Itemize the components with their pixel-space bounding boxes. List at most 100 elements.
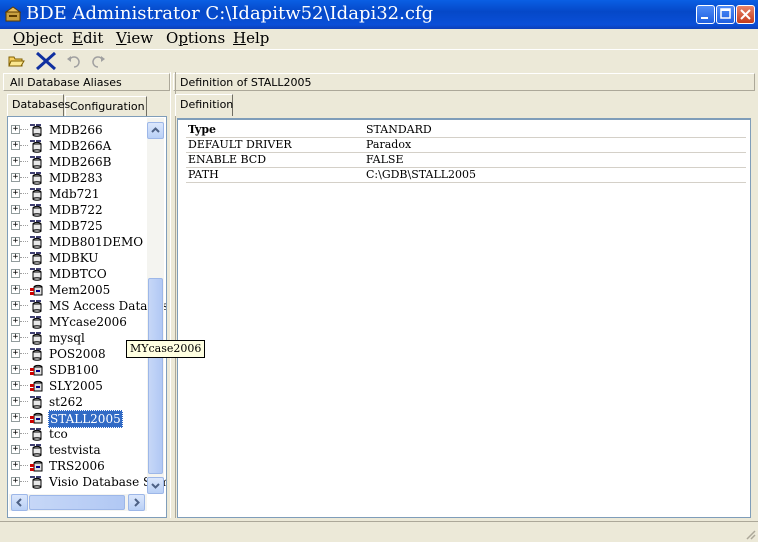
menu-view[interactable]: View (116, 29, 153, 47)
undo-icon[interactable] (65, 52, 83, 70)
expand-icon[interactable]: + (11, 381, 20, 390)
tree-item-label[interactable]: MYcase2006 (48, 314, 128, 330)
expand-icon[interactable]: + (11, 269, 20, 278)
native-database-icon (30, 380, 43, 392)
tab-databases[interactable]: Databases (7, 94, 70, 116)
tree-connector (20, 417, 28, 418)
expand-icon[interactable]: + (11, 349, 20, 358)
expand-icon[interactable]: + (11, 285, 20, 294)
expand-icon[interactable]: + (11, 397, 20, 406)
property-value[interactable]: FALSE (366, 152, 404, 167)
expand-icon[interactable]: + (11, 173, 20, 182)
tree-item-label[interactable]: st262 (48, 394, 84, 410)
minimize-button[interactable] (696, 5, 715, 24)
database-alias-icon (30, 188, 42, 201)
tree-item-label[interactable]: MDB266A (48, 138, 112, 154)
menu-object[interactable]: Object (13, 29, 63, 47)
minimize-icon (701, 17, 708, 19)
delete-x-icon[interactable] (35, 51, 57, 71)
alias-tree[interactable]: + MDB266 + MDB266A + MDB266B + MDB283 + Mdb721 + MD… (7, 116, 167, 518)
tree-item-label[interactable]: MDB725 (48, 218, 104, 234)
hscroll-thumb[interactable] (29, 495, 125, 510)
resize-grip-icon[interactable] (744, 528, 756, 540)
database-alias-icon (30, 156, 42, 169)
tree-item-label[interactable]: mysql (48, 330, 86, 346)
tab-definition[interactable]: Definition (175, 94, 233, 116)
scroll-up-button[interactable] (147, 122, 164, 139)
toolbar (0, 49, 758, 72)
expand-icon[interactable]: + (11, 477, 20, 486)
tree-connector (20, 289, 28, 290)
expand-icon[interactable]: + (11, 189, 20, 198)
open-folder-icon[interactable] (7, 52, 25, 70)
expand-icon[interactable]: + (11, 253, 20, 262)
title-bar[interactable]: BDE Administrator C:\Idapitw52\Idapi32.c… (0, 0, 758, 29)
tree-item-label[interactable]: MDBKU (48, 250, 99, 266)
tree-connector (20, 465, 28, 466)
database-alias-icon (30, 316, 42, 329)
close-button[interactable] (736, 5, 755, 24)
database-alias-icon (30, 348, 42, 361)
menu-edit[interactable]: Edit (72, 29, 103, 47)
expand-icon[interactable]: + (11, 301, 20, 310)
property-row[interactable]: Type STANDARD (186, 122, 746, 138)
tab-configuration[interactable]: Configuration (65, 96, 147, 116)
tree-item-label[interactable]: MDB266 (48, 122, 104, 138)
expand-icon[interactable]: + (11, 429, 20, 438)
expand-icon[interactable]: + (11, 237, 20, 246)
tree-connector (20, 449, 28, 450)
expand-icon[interactable]: + (11, 445, 20, 454)
property-value[interactable]: Paradox (366, 137, 411, 152)
tree-item-label[interactable]: MDB283 (48, 170, 104, 186)
menu-help[interactable]: Help (233, 29, 269, 47)
tree-item-label[interactable]: SDB100 (48, 362, 100, 378)
tree-item-label[interactable]: MDB801DEMO (48, 234, 144, 250)
scroll-right-button[interactable] (128, 494, 145, 511)
tree-item-label[interactable]: Mdb721 (48, 186, 101, 202)
property-row[interactable]: PATH C:\GDB\STALL2005 (186, 167, 746, 183)
expand-icon[interactable]: + (11, 125, 20, 134)
tree-item-label[interactable]: MDBTCO (48, 266, 108, 282)
expand-icon[interactable]: + (11, 461, 20, 470)
native-database-icon (30, 284, 43, 296)
horizontal-scrollbar[interactable] (9, 494, 147, 511)
maximize-icon (720, 8, 731, 19)
property-row[interactable]: DEFAULT DRIVER Paradox (186, 137, 746, 153)
tree-item-label[interactable]: MDB722 (48, 202, 104, 218)
tree-connector (20, 305, 28, 306)
scroll-down-button[interactable] (147, 477, 164, 494)
expand-icon[interactable]: + (11, 413, 20, 422)
tree-item-label[interactable]: TRS2006 (48, 458, 106, 474)
expand-icon[interactable]: + (11, 157, 20, 166)
tree-connector (20, 353, 28, 354)
scroll-thumb[interactable] (148, 278, 163, 474)
database-alias-icon (30, 236, 42, 249)
property-value[interactable]: C:\GDB\STALL2005 (366, 167, 476, 182)
expand-icon[interactable]: + (11, 221, 20, 230)
menu-options[interactable]: Options (166, 29, 225, 47)
tree-item-label[interactable]: testvista (48, 442, 102, 458)
expand-icon[interactable]: + (11, 205, 20, 214)
expand-icon[interactable]: + (11, 141, 20, 150)
menu-accelerator: V (116, 29, 127, 47)
scroll-left-button[interactable] (11, 494, 28, 511)
redo-icon[interactable] (89, 52, 107, 70)
expand-icon[interactable]: + (11, 317, 20, 326)
chevron-up-icon (151, 127, 160, 133)
vertical-scrollbar[interactable] (147, 118, 164, 494)
property-key: PATH (188, 168, 219, 181)
tree-item-label[interactable]: MDB266B (48, 154, 112, 170)
property-row[interactable]: ENABLE BCD FALSE (186, 152, 746, 168)
database-alias-icon (30, 220, 42, 233)
property-value[interactable]: STANDARD (366, 122, 432, 137)
tree-item-label[interactable]: tco (48, 426, 69, 442)
pane-splitter[interactable] (170, 72, 176, 518)
expand-icon[interactable]: + (11, 365, 20, 374)
database-alias-icon (30, 268, 42, 281)
maximize-button[interactable] (716, 5, 735, 24)
expand-icon[interactable]: + (11, 333, 20, 342)
tree-item-label[interactable]: POS2008 (48, 346, 107, 362)
tree-item-label[interactable]: SLY2005 (48, 378, 104, 394)
tree-item-label[interactable]: Mem2005 (48, 282, 111, 298)
bde-administrator-window: BDE Administrator C:\Idapitw52\Idapi32.c… (0, 0, 758, 541)
